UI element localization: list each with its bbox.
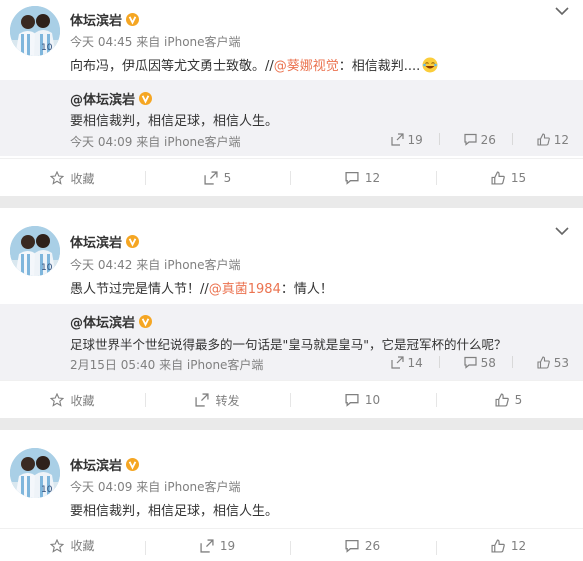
like-icon [537, 133, 550, 146]
repost-icon [195, 393, 210, 407]
verified-badge-icon [139, 315, 153, 328]
verified-badge-icon [126, 458, 140, 471]
repost-username[interactable]: @体坛滨岩 [70, 312, 153, 331]
repost-icon [204, 171, 218, 185]
star-icon [50, 393, 65, 407]
chevron-down-icon[interactable] [555, 226, 569, 236]
post-meta: 今天 04:42 来自 iPhone客户端 [70, 258, 241, 272]
repost-meta: 今天 04:09 来自 iPhone客户端 [70, 135, 241, 149]
avatar[interactable]: 10 [10, 448, 60, 498]
comment-icon [464, 133, 477, 146]
post-card: 10 体坛滨岩 今天 04:45 来自 iPhone客户端 向布冯，伊瓜因等尤文… [0, 0, 583, 196]
comment-icon [464, 356, 477, 369]
repost-block[interactable]: @体坛滨岩 足球世界半个世纪说得最多的一句话是"皇马就是皇马"，它是冠军杯的什么… [0, 304, 583, 380]
verified-badge-icon [126, 235, 140, 248]
like-icon [537, 356, 550, 369]
repost-button[interactable]: 5 [145, 159, 290, 197]
favorite-button[interactable]: 收藏 [0, 381, 145, 419]
repost-icon [200, 538, 214, 553]
like-button[interactable]: 15 [436, 159, 581, 197]
repost-meta: 2月15日 05:40 来自 iPhone客户端 [70, 358, 264, 372]
repost-button[interactable]: 转发 [145, 381, 290, 419]
like-button[interactable]: 12 [436, 529, 581, 561]
svg-text:10: 10 [41, 485, 53, 495]
post-meta: 今天 04:45 来自 iPhone客户端 [70, 35, 241, 49]
username[interactable]: 体坛滨岩 [70, 232, 140, 251]
svg-text:10: 10 [41, 43, 53, 53]
repost-count[interactable]: 14 [390, 356, 423, 370]
comment-icon [345, 393, 359, 407]
post-actions: 收藏 19 26 12 [0, 528, 583, 561]
star-icon [50, 538, 65, 553]
svg-text:10: 10 [41, 263, 53, 273]
like-count[interactable]: 53 [537, 356, 569, 370]
avatar[interactable]: 10 [10, 6, 60, 56]
post-actions: 收藏 5 12 15 [0, 158, 583, 196]
comment-button[interactable]: 26 [290, 529, 435, 561]
like-button[interactable]: 5 [436, 381, 581, 419]
mention-link[interactable]: @真菌1984 [209, 282, 281, 297]
post-text: 向布冯，伊瓜因等尤文勇士致敬。//@葵娜视觉：相信裁判.... [70, 55, 438, 74]
comment-button[interactable]: 10 [290, 381, 435, 419]
favorite-button[interactable]: 收藏 [0, 529, 145, 561]
comment-button[interactable]: 12 [290, 159, 435, 197]
repost-text: 足球世界半个世纪说得最多的一句话是"皇马就是皇马"，它是冠军杯的什么呢？ [70, 337, 507, 352]
favorite-button[interactable]: 收藏 [0, 159, 145, 197]
laugh-emoji-icon [422, 57, 438, 73]
like-icon [491, 171, 505, 185]
like-icon [491, 538, 505, 553]
repost-text: 要相信裁判，相信足球，相信人生。 [70, 114, 279, 129]
chevron-down-icon[interactable] [555, 6, 569, 16]
verified-badge-icon [139, 92, 153, 105]
post-card: 10 体坛滨岩 今天 04:42 来自 iPhone客户端 愚人节过完是情人节！… [0, 208, 583, 418]
comment-icon [345, 171, 359, 185]
username[interactable]: 体坛滨岩 [70, 455, 140, 474]
avatar[interactable]: 10 [10, 226, 60, 276]
post-text: 要相信裁判，相信足球，相信人生。 [70, 504, 279, 519]
comment-count[interactable]: 58 [464, 356, 496, 370]
repost-icon [390, 133, 404, 146]
repost-icon [390, 356, 404, 369]
repost-count[interactable]: 19 [390, 133, 423, 147]
repost-button[interactable]: 19 [145, 529, 290, 561]
repost-username[interactable]: @体坛滨岩 [70, 89, 153, 108]
post-text: 愚人节过完是情人节！//@真菌1984：情人！ [70, 282, 333, 297]
post-meta: 今天 04:09 来自 iPhone客户端 [70, 480, 241, 494]
repost-stats: 19 26 12 [371, 133, 569, 147]
comment-icon [345, 539, 359, 553]
username[interactable]: 体坛滨岩 [70, 10, 140, 29]
repost-stats: 14 58 53 [371, 356, 569, 370]
like-icon [495, 393, 509, 407]
post-actions: 收藏 转发 10 5 [0, 380, 583, 418]
star-icon [50, 171, 65, 185]
repost-block[interactable]: @体坛滨岩 要相信裁判，相信足球，相信人生。 今天 04:09 来自 iPhon… [0, 80, 583, 156]
comment-count[interactable]: 26 [464, 133, 496, 147]
mention-link[interactable]: @葵娜视觉 [274, 59, 339, 74]
like-count[interactable]: 12 [537, 133, 569, 147]
weibo-feed: 10 体坛滨岩 今天 04:45 来自 iPhone客户端 向布冯，伊瓜因等尤文… [0, 0, 583, 561]
post-card: 10 体坛滨岩 今天 04:09 来自 iPhone客户端 要相信裁判，相信足球… [0, 430, 583, 561]
verified-badge-icon [126, 13, 140, 26]
